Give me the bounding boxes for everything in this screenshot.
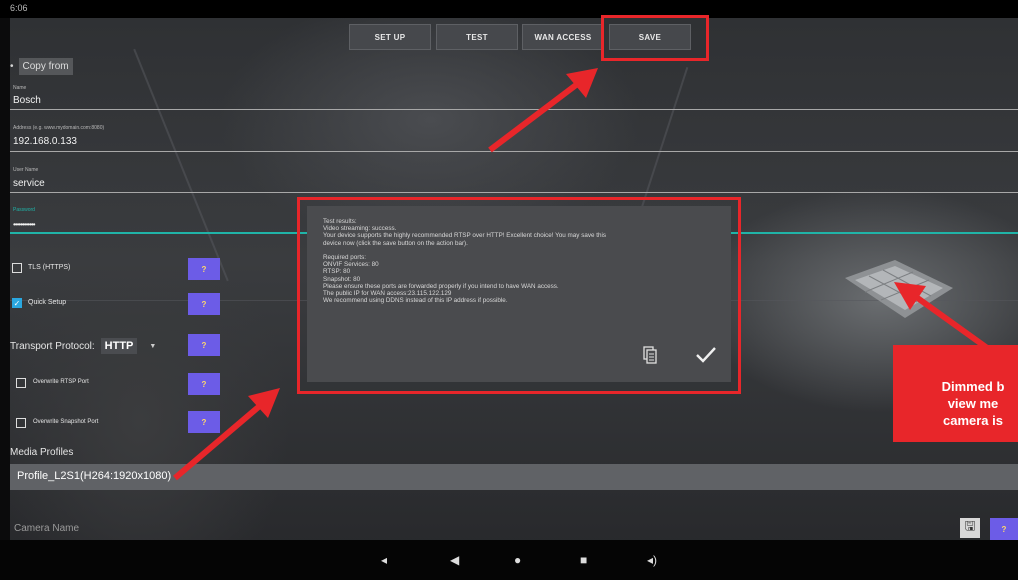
overwrite-rtsp-checkbox[interactable]	[16, 378, 26, 388]
floppy-save-icon[interactable]: 🖫	[960, 518, 980, 538]
username-label: User Name	[13, 167, 39, 173]
media-profile-select[interactable]: Profile_L2S1(H264:1920x1080)	[10, 464, 1018, 490]
back-icon[interactable]: ◀	[450, 553, 459, 567]
callout-text: Dimmed b view me camera is	[941, 379, 1005, 428]
address-field[interactable]: 192.168.0.133	[13, 136, 77, 147]
camera-name-help-button[interactable]: ?	[990, 518, 1018, 540]
left-edge	[0, 18, 10, 540]
media-profiles-label: Media Profiles	[10, 447, 74, 458]
camera-name-input[interactable]: Camera Name	[14, 523, 79, 534]
address-label: Address (e.g. www.mydomain.com:8080)	[13, 125, 105, 131]
address-underline	[10, 151, 1018, 152]
quick-setup-checkbox[interactable]: ✓	[12, 298, 22, 308]
status-time: 6:06	[10, 3, 28, 13]
home-icon[interactable]: ●	[514, 553, 521, 567]
name-label: Name	[13, 85, 27, 91]
camera-device-image	[845, 260, 953, 318]
dropdown-dot-icon: •	[10, 61, 14, 72]
tab-setup[interactable]: SET UP	[349, 24, 431, 50]
copy-from-row[interactable]: • Copy from	[10, 58, 73, 75]
transport-label: Transport Protocol:	[10, 340, 95, 352]
overwrite-snapshot-help-button[interactable]: ?	[188, 411, 220, 433]
overwrite-rtsp-help-button[interactable]: ?	[188, 373, 220, 395]
tls-checkbox[interactable]	[12, 263, 22, 273]
tls-help-button[interactable]: ?	[188, 258, 220, 280]
transport-select[interactable]: HTTP	[100, 338, 138, 354]
transport-protocol-row[interactable]: Transport Protocol: HTTP ▼	[10, 338, 156, 354]
media-profile-value: Profile_L2S1(H264:1920x1080)	[17, 470, 172, 482]
quick-setup-label: Quick Setup	[28, 299, 67, 306]
name-underline	[10, 109, 1018, 110]
tab-test[interactable]: TEST	[436, 24, 518, 50]
annotation-callout: Dimmed b view me camera is	[893, 345, 1018, 442]
volume-up-icon[interactable]: ◂)	[647, 553, 657, 567]
android-nav-bar: ◂ ◀ ● ■ ◂)	[0, 540, 1018, 580]
username-underline	[10, 192, 1018, 193]
username-field[interactable]: service	[13, 178, 45, 189]
status-bar: 6:06	[0, 0, 1018, 18]
overwrite-snapshot-label: Overwrite Snapshot Port	[33, 419, 99, 425]
copy-from-button[interactable]: Copy from	[18, 58, 73, 75]
save-highlight-box	[601, 15, 709, 61]
tls-label: TLS (HTTPS)	[28, 264, 71, 271]
volume-down-icon[interactable]: ◂	[381, 553, 387, 567]
overwrite-snapshot-checkbox[interactable]	[16, 418, 26, 428]
chevron-down-icon[interactable]: ▼	[149, 343, 156, 350]
password-label: Password	[13, 207, 35, 213]
recents-icon[interactable]: ■	[580, 553, 587, 567]
dialog-highlight-box	[297, 197, 741, 394]
transport-help-button[interactable]: ?	[188, 334, 220, 356]
quick-setup-help-button[interactable]: ?	[188, 293, 220, 315]
tab-wan-access[interactable]: WAN ACCESS	[522, 24, 604, 50]
password-field[interactable]: ••••••••••••	[13, 220, 36, 229]
overwrite-rtsp-label: Overwrite RTSP Port	[33, 379, 89, 385]
name-field[interactable]: Bosch	[13, 95, 41, 106]
